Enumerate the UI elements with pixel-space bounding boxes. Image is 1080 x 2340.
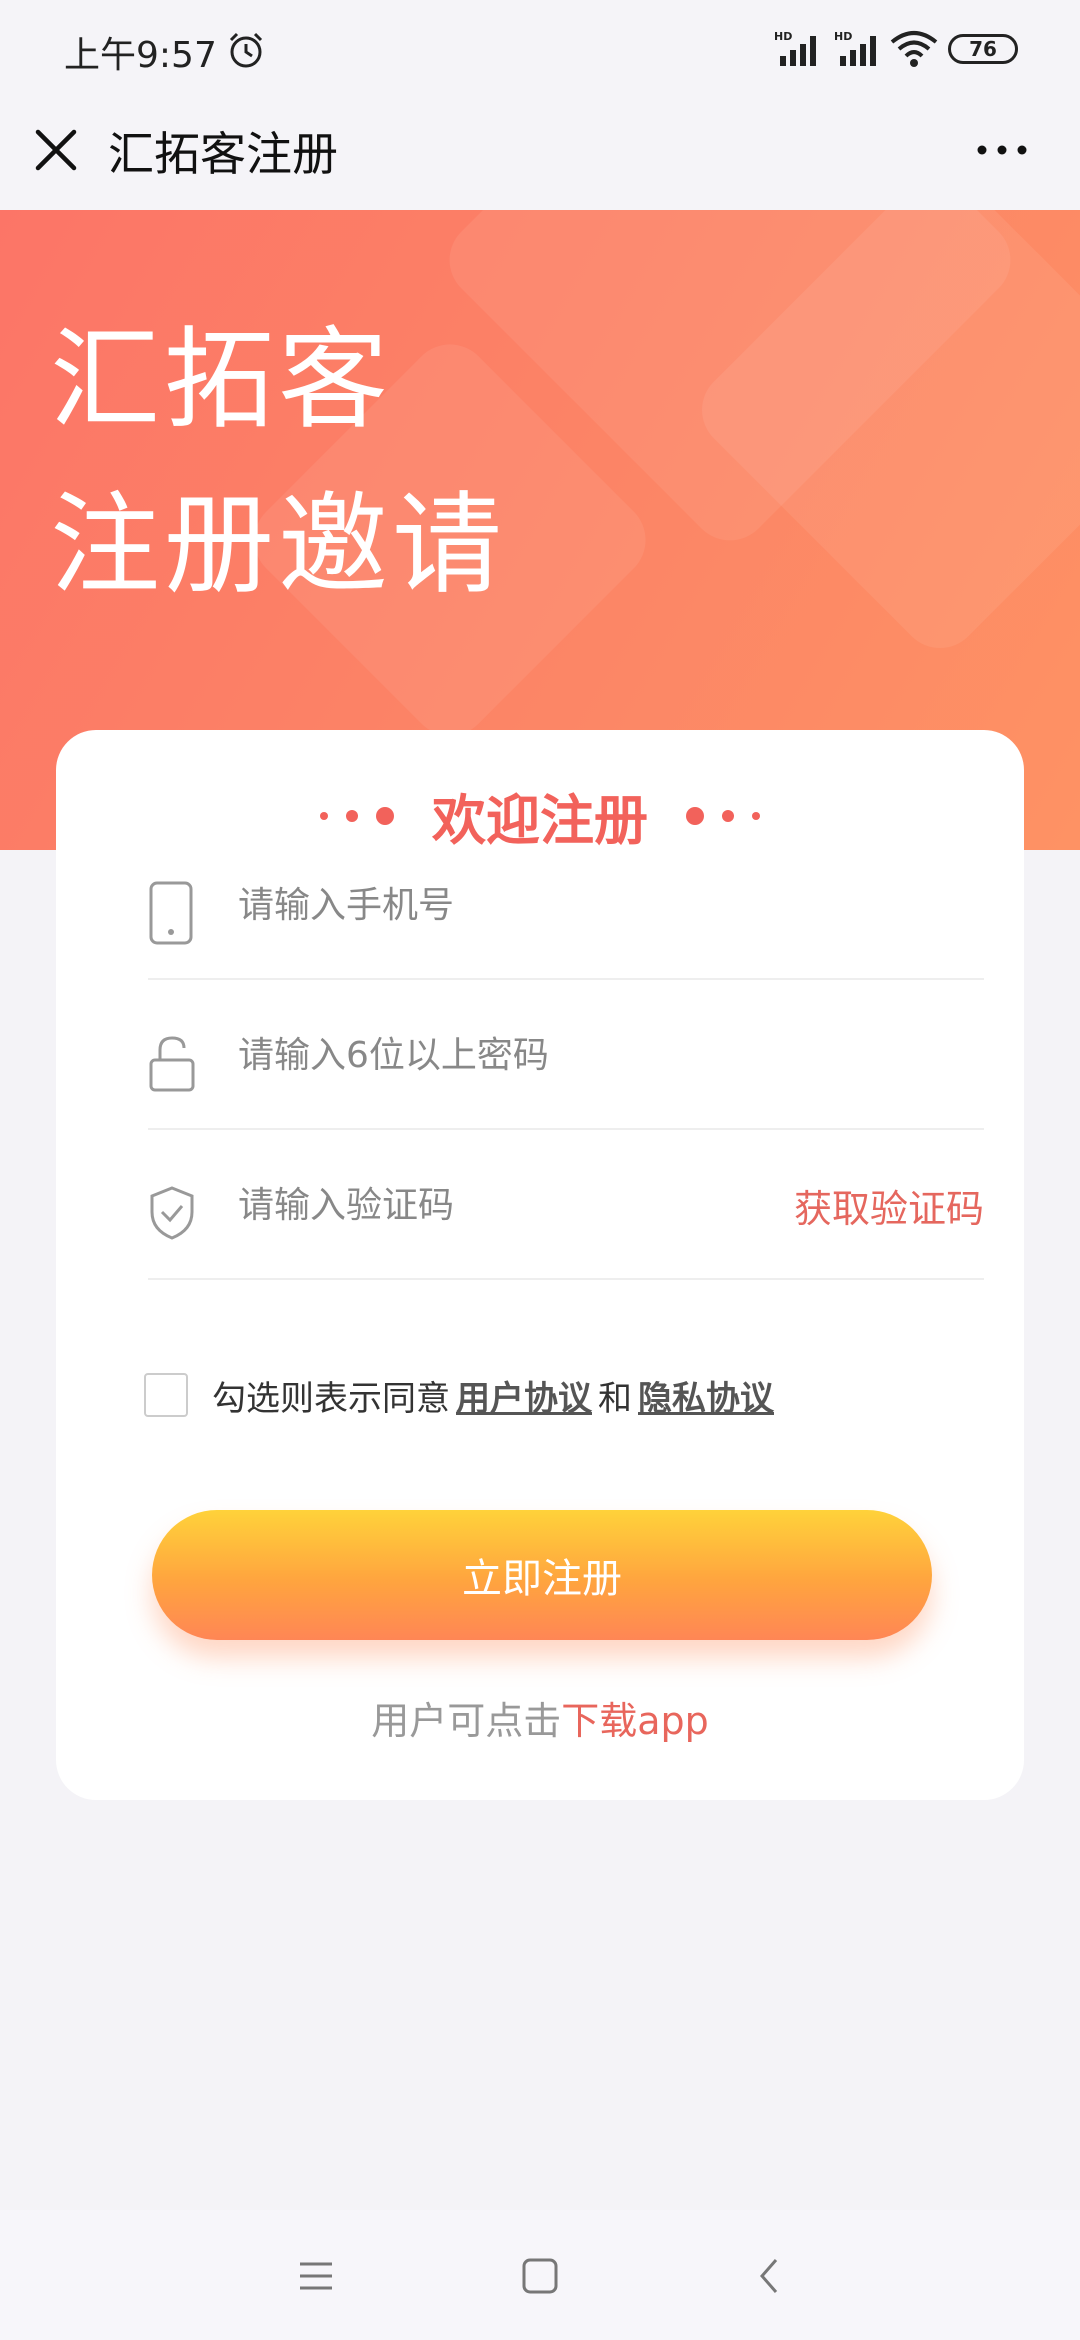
more-icon[interactable] [972,130,1032,170]
shield-check-icon [150,1186,194,1240]
heading-dots-left [320,806,394,825]
code-field-row: 获取验证码 [148,1130,984,1280]
verification-code-input[interactable] [238,1170,798,1240]
password-input[interactable] [238,1020,798,1090]
signal-label-1: HD [774,30,792,43]
agreement-conjunction: 和 [598,1378,632,1419]
nav-bar: 汇拓客注册 [0,100,1080,210]
status-bar: 上午9:57 HD HD 76 [0,0,1080,100]
alarm-icon [229,32,263,68]
back-icon[interactable] [748,2254,792,2298]
status-time: 上午9:57 [64,35,217,76]
phone-icon [149,881,193,945]
home-icon[interactable] [518,2254,562,2298]
register-button[interactable]: 立即注册 [152,1510,932,1640]
register-card: 欢迎注册 获取验证码 勾选则表示同意 用户协议 和 隐私协 [56,730,1024,1800]
phone-field-row [148,830,984,980]
download-app-link[interactable]: 下载app [561,1699,709,1743]
agreement-checkbox[interactable] [144,1373,188,1417]
phone-input[interactable] [238,870,798,940]
privacy-agreement-link[interactable]: 隐私协议 [638,1371,774,1420]
wifi-icon [890,31,938,67]
lock-icon [149,1036,195,1092]
hero-title-line1: 汇拓客 [50,316,392,444]
agreement-row: 勾选则表示同意 用户协议 和 隐私协议 [144,1365,1004,1425]
battery-indicator: 76 [948,34,1018,64]
signal-icon-1: HD [774,30,816,66]
agreement-prefix: 勾选则表示同意 [212,1378,450,1419]
password-field-row [148,980,984,1130]
signal-label-2: HD [834,30,852,43]
download-prefix: 用户可点击 [371,1699,562,1743]
heading-dots-right [686,806,760,825]
system-navigation-bar [0,2210,1080,2340]
page-title: 汇拓客注册 [108,127,338,181]
hero-title-line2: 注册邀请 [50,481,506,609]
user-agreement-link[interactable]: 用户协议 [456,1371,592,1420]
get-code-button[interactable]: 获取验证码 [794,1178,984,1233]
close-icon[interactable] [30,124,82,176]
download-row: 用户可点击下载app [56,1690,1024,1745]
signal-icon-2: HD [834,30,876,66]
menu-icon[interactable] [294,2254,338,2298]
